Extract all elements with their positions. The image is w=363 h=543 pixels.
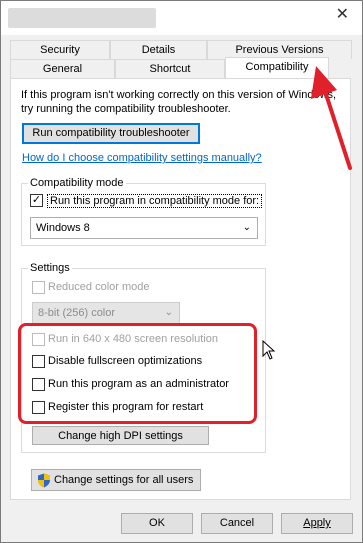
reduced-color-label: Reduced color mode [48,281,150,293]
change-dpi-button[interactable]: Change high DPI settings [32,426,209,445]
color-depth-select[interactable]: 8-bit (256) color ⌄ [32,302,180,324]
ok-button[interactable]: OK [121,513,193,534]
red-highlight-annotation [18,323,257,424]
run-troubleshooter-button[interactable]: Run compatibility troubleshooter [22,123,200,144]
apply-button-label: Apply [303,517,331,529]
compat-mode-label: Compatibility mode [28,177,126,189]
manual-settings-link[interactable]: How do I choose compatibility settings m… [22,152,262,164]
compat-mode-checkbox-label[interactable]: Run this program in compatibility mode f… [47,194,263,208]
mouse-cursor-icon [262,340,276,360]
os-select-value: Windows 8 [36,222,90,234]
tab-general[interactable]: General [10,59,115,78]
chevron-down-icon: ⌄ [242,222,251,233]
uac-shield-icon [38,473,50,488]
color-depth-value: 8-bit (256) color [38,307,116,319]
reduced-color-checkbox[interactable] [32,281,45,294]
settings-label: Settings [28,262,72,274]
intro-line-2: try running the compatibility troublesho… [21,103,231,115]
change-all-users-button[interactable]: Change settings for all users [31,469,201,491]
apply-button[interactable]: Apply [281,513,353,534]
tab-shortcut[interactable]: Shortcut [115,59,225,78]
tab-compatibility[interactable]: Compatibility [225,57,329,78]
tab-security[interactable]: Security [10,40,110,59]
close-icon[interactable]: ✕ [336,7,349,23]
intro-line-1: If this program isn't working correctly … [21,89,337,101]
change-all-users-label: Change settings for all users [54,474,194,486]
tab-details[interactable]: Details [110,40,207,59]
window-title-redacted [8,8,156,28]
cancel-button[interactable]: Cancel [201,513,273,534]
compat-mode-checkbox[interactable]: ✓ [30,194,43,207]
os-select[interactable]: Windows 8 ⌄ [30,217,258,239]
chevron-down-icon: ⌄ [164,307,173,318]
